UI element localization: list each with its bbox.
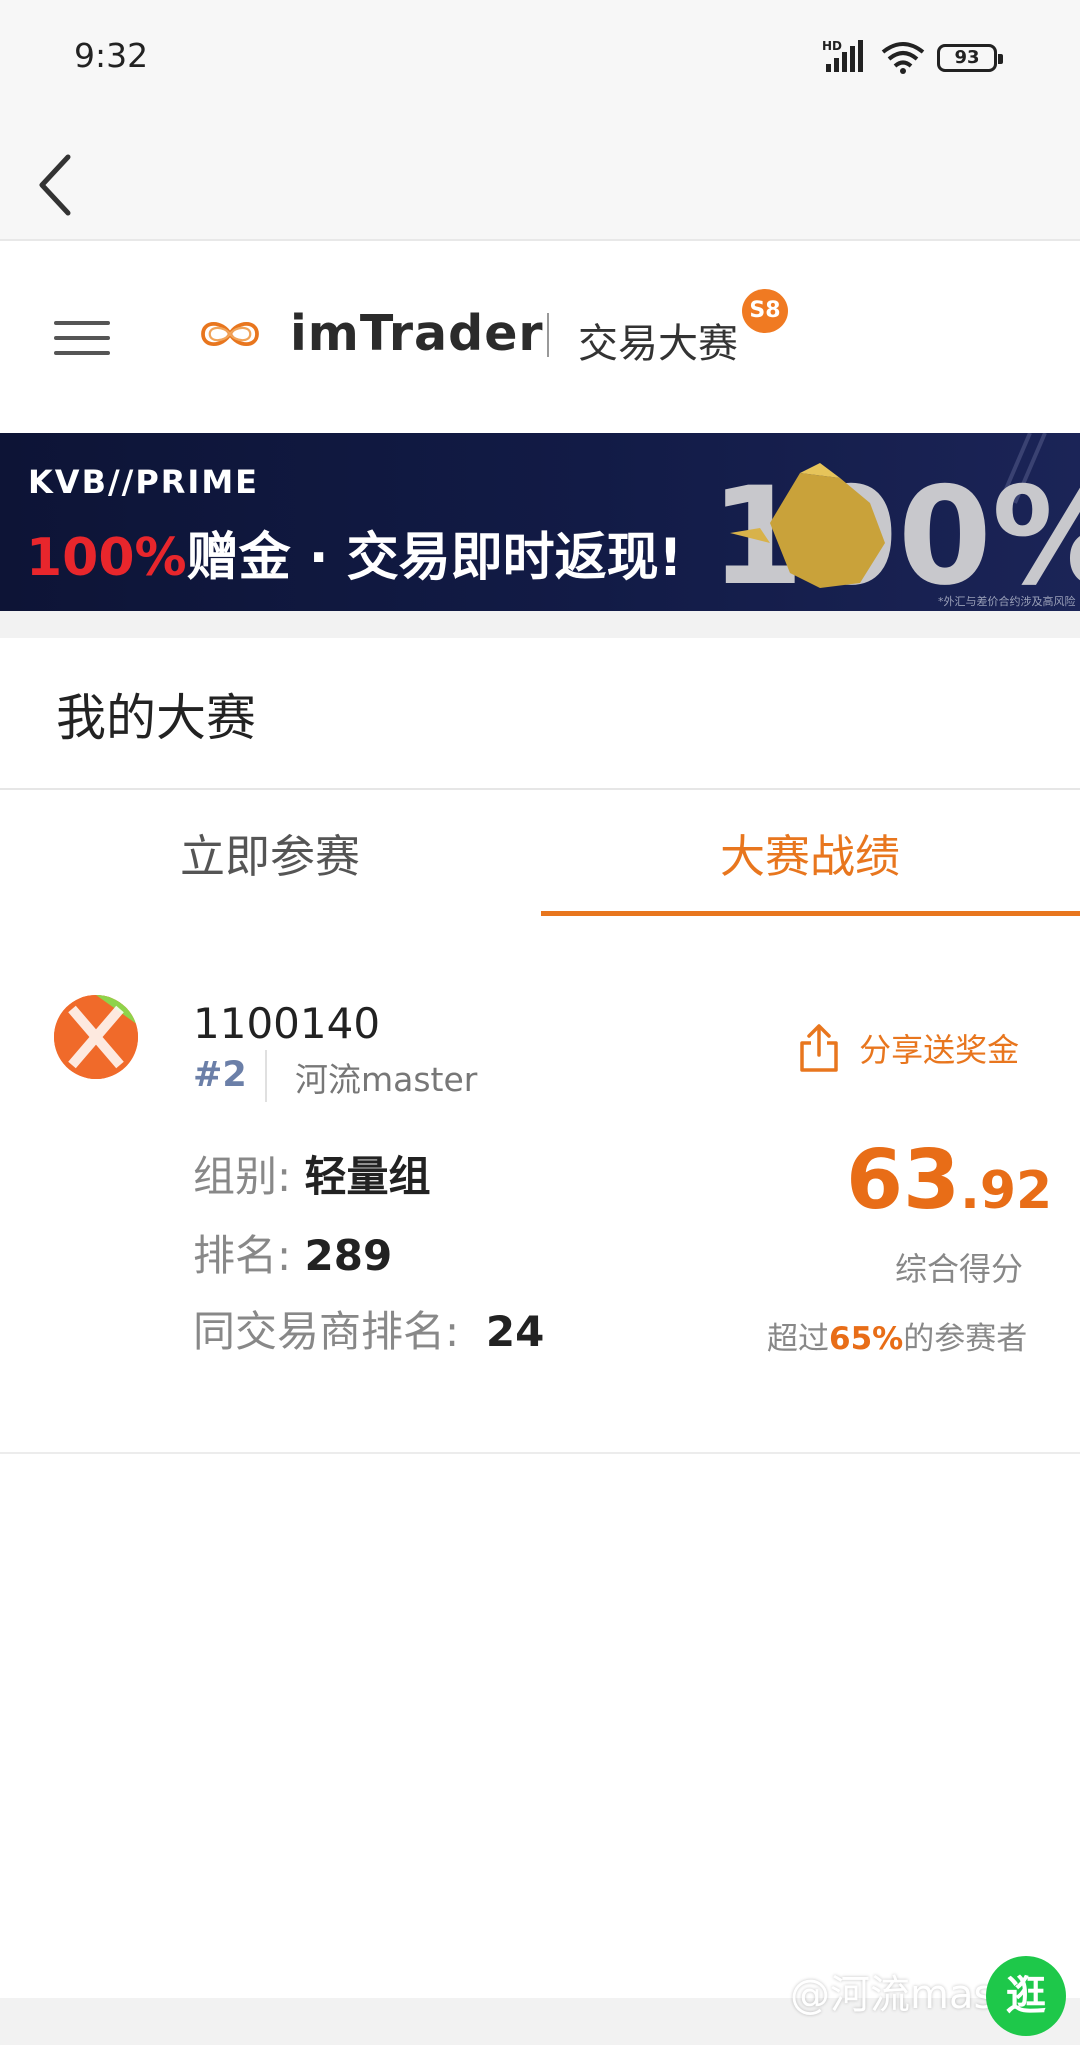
chevron-left-icon — [39, 154, 71, 216]
banner-brand: KVB//PRIME — [28, 463, 260, 501]
promo-banner[interactable]: KVB//PRIME 100%赠金 · 交易即时返现! 100% *外汇与差价合… — [0, 433, 1080, 611]
group-label: 组别: — [193, 1152, 305, 1201]
group-value: 轻量组 — [304, 1152, 431, 1201]
score-label: 综合得分 — [895, 1250, 1024, 1288]
brand-name[interactable]: imTrader — [290, 305, 544, 362]
tab-join-now-label: 立即参赛 — [179, 830, 360, 883]
battery-level: 93 — [954, 47, 980, 68]
share-bonus-label: 分享送奖金 — [859, 1031, 1020, 1069]
back-button[interactable] — [28, 130, 88, 220]
percentile-value: 65% — [829, 1321, 904, 1357]
battery-icon: 93 — [937, 44, 1003, 72]
broker-rank-value: 24 — [485, 1307, 545, 1356]
rank-row: 排名: 289 — [193, 1222, 392, 1283]
tab-contest-results-label: 大赛战绩 — [719, 830, 900, 883]
active-tab-indicator — [541, 911, 1080, 916]
hamburger-menu-icon — [54, 321, 110, 325]
avatar-image — [54, 995, 138, 1079]
user-rank-tag: #2 — [193, 1055, 247, 1095]
wifi-icon — [881, 42, 925, 74]
floating-action-button[interactable]: 逛 — [986, 1956, 1066, 2036]
site-header: imTrader 交易大赛 S8 — [0, 241, 1080, 433]
group-row: 组别: 轻量组 — [193, 1143, 431, 1204]
status-time: 9:32 — [74, 36, 149, 75]
percentile-prefix: 超过 — [767, 1321, 829, 1357]
season-badge: S8 — [742, 289, 788, 333]
user-info-divider — [265, 1050, 267, 1102]
tab-contest-results[interactable]: 大赛战绩 — [540, 790, 1080, 915]
nav-bar — [0, 110, 1080, 241]
avatar — [54, 995, 138, 1079]
banner-headline: 100%赠金 · 交易即时返现! — [26, 515, 682, 590]
section-separator — [0, 611, 1080, 638]
banner-highlight: 100% — [26, 528, 187, 588]
status-bar: 9:32 HD 93 — [0, 0, 1080, 110]
percentile-row: 超过65%的参赛者 — [767, 1313, 1027, 1358]
tab-join-now[interactable]: 立即参赛 — [0, 790, 540, 915]
banner-disclaimer: *外汇与差价合约涉及高风险 — [938, 595, 1076, 608]
card-divider — [0, 1452, 1080, 1454]
gold-bull-100-percent-art: 100% — [710, 433, 1080, 611]
banner-art-text: 100% — [710, 458, 1080, 611]
contest-title: 交易大赛 — [578, 321, 738, 367]
signal-icon: HD — [822, 39, 863, 72]
broker-rank-row: 同交易商排名: 24 — [193, 1298, 544, 1359]
overall-score: 63.92 — [846, 1133, 1052, 1228]
banner-headline-rest: 赠金 · 交易即时返现! — [186, 528, 683, 588]
percentile-suffix: 的参赛者 — [903, 1321, 1028, 1357]
user-nickname: 河流master — [295, 1060, 478, 1099]
score-decimal: .92 — [960, 1161, 1053, 1221]
section-title: 我的大赛 — [56, 689, 256, 747]
infinity-logo-icon — [201, 322, 259, 346]
brand-divider — [547, 313, 549, 357]
share-bonus-button[interactable]: 分享送奖金 — [798, 1023, 1019, 1075]
user-id: 1100140 — [193, 999, 381, 1048]
score-integer: 63 — [846, 1133, 961, 1228]
rank-value: 289 — [304, 1231, 393, 1280]
hamburger-menu-button[interactable] — [54, 321, 110, 361]
network-label: HD — [822, 39, 842, 53]
rank-label: 排名: — [193, 1231, 305, 1280]
broker-rank-label: 同交易商排名: — [193, 1307, 486, 1356]
share-icon — [800, 1024, 838, 1072]
